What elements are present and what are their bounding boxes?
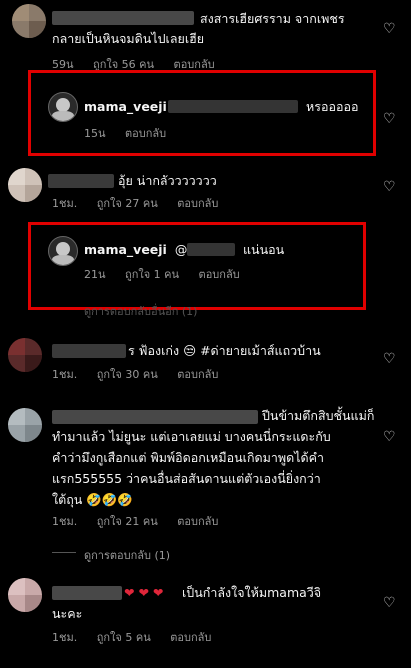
avatar[interactable] [12,4,46,38]
username[interactable]: mama_veeji [84,99,167,114]
comment-text-line1: ปีนข้ามตึกสิบชั้นแม่ก็ [262,408,375,423]
comment-text: ร ฟ้องเก่ง 😒 #ด่ายายเม้าส์แถวบ้าน [128,343,321,358]
comment-time: 1ชม. [52,515,78,528]
blurred-mention [168,100,298,113]
comment-text-line4: แรก555555 ว่าคนอื่นส่อสันดานแต่ตัวเองนี่… [52,471,321,486]
username[interactable]: mama_veeji [84,242,167,257]
red-heart-emoji: ❤ ❤ ❤ [124,585,164,600]
blurred-mention [187,243,235,256]
heart-icon[interactable]: ♡ [383,180,397,194]
blurred-username [48,174,114,188]
comment-text-line3: คำว่ามึงกูเสือกแต่ พิมพ์อิดอกเหมือนเกิดม… [52,450,325,465]
avatar[interactable] [48,92,78,122]
blurred-username [52,344,126,358]
like-count[interactable]: ถูกใจ 21 คน [97,515,158,528]
comment-text-line2: ทำมาแล้ว ไม่ยูนะ แต่เอาเลยแม่ บางคนนี่กร… [52,429,331,444]
reply-button[interactable]: ตอบกลับ [177,368,218,381]
heart-icon[interactable]: ♡ [383,596,397,610]
mention[interactable]: @ [175,242,188,257]
heart-icon[interactable]: ♡ [383,112,397,126]
blurred-username [52,410,258,424]
comment-text: หรอออออ [306,99,359,114]
comment-text: สงสารเฮียศรราม จากเพชร [200,11,345,26]
reply-button[interactable]: ตอบกลับ [199,268,240,281]
comment-time: 1ชม. [52,197,78,210]
comment-time: 1ชม. [52,631,78,644]
view-replies-button[interactable]: ดูการตอบกลับ (1) [84,546,170,564]
like-count[interactable]: ถูกใจ 30 คน [97,368,158,381]
comment-text: แน่นอน [243,242,285,257]
avatar[interactable] [8,168,42,202]
comment-time: 15น [84,127,106,140]
comment-time: 21น [84,268,106,281]
comment-text-line2: กลายเป็นหินจมดินไปเลยเฮีย [52,31,205,46]
comment-text-line5: ใต้ถุน 🤣🤣🤣 [52,492,133,507]
avatar[interactable] [48,236,78,266]
reply-button[interactable]: ตอบกลับ [177,515,218,528]
reply-button[interactable]: ตอบกลับ [170,631,211,644]
heart-icon[interactable]: ♡ [383,22,397,36]
like-count[interactable]: ถูกใจ 1 คน [125,268,179,281]
avatar[interactable] [8,338,42,372]
like-count[interactable]: ถูกใจ 27 คน [97,197,158,210]
heart-icon[interactable]: ♡ [383,430,397,444]
avatar[interactable] [8,408,42,442]
comment-time: 1ชม. [52,368,78,381]
blurred-username [52,11,194,25]
reply-button[interactable]: ตอบกลับ [125,127,166,140]
comment-text: อุ้ย น่ากลัววววววว [118,173,217,188]
blurred-username [52,586,122,600]
comment-text-line2: นะคะ [52,606,83,621]
divider [52,552,76,553]
like-count[interactable]: ถูกใจ 5 คน [97,631,151,644]
reply-button[interactable]: ตอบกลับ [177,197,218,210]
comment-text: เป็นกำลังใจให้มmamaวีจิ [182,585,322,600]
avatar[interactable] [8,578,42,612]
heart-icon[interactable]: ♡ [383,352,397,366]
view-more-replies[interactable]: ดูการตอบกลับอื่นอีก (1) [84,302,197,320]
